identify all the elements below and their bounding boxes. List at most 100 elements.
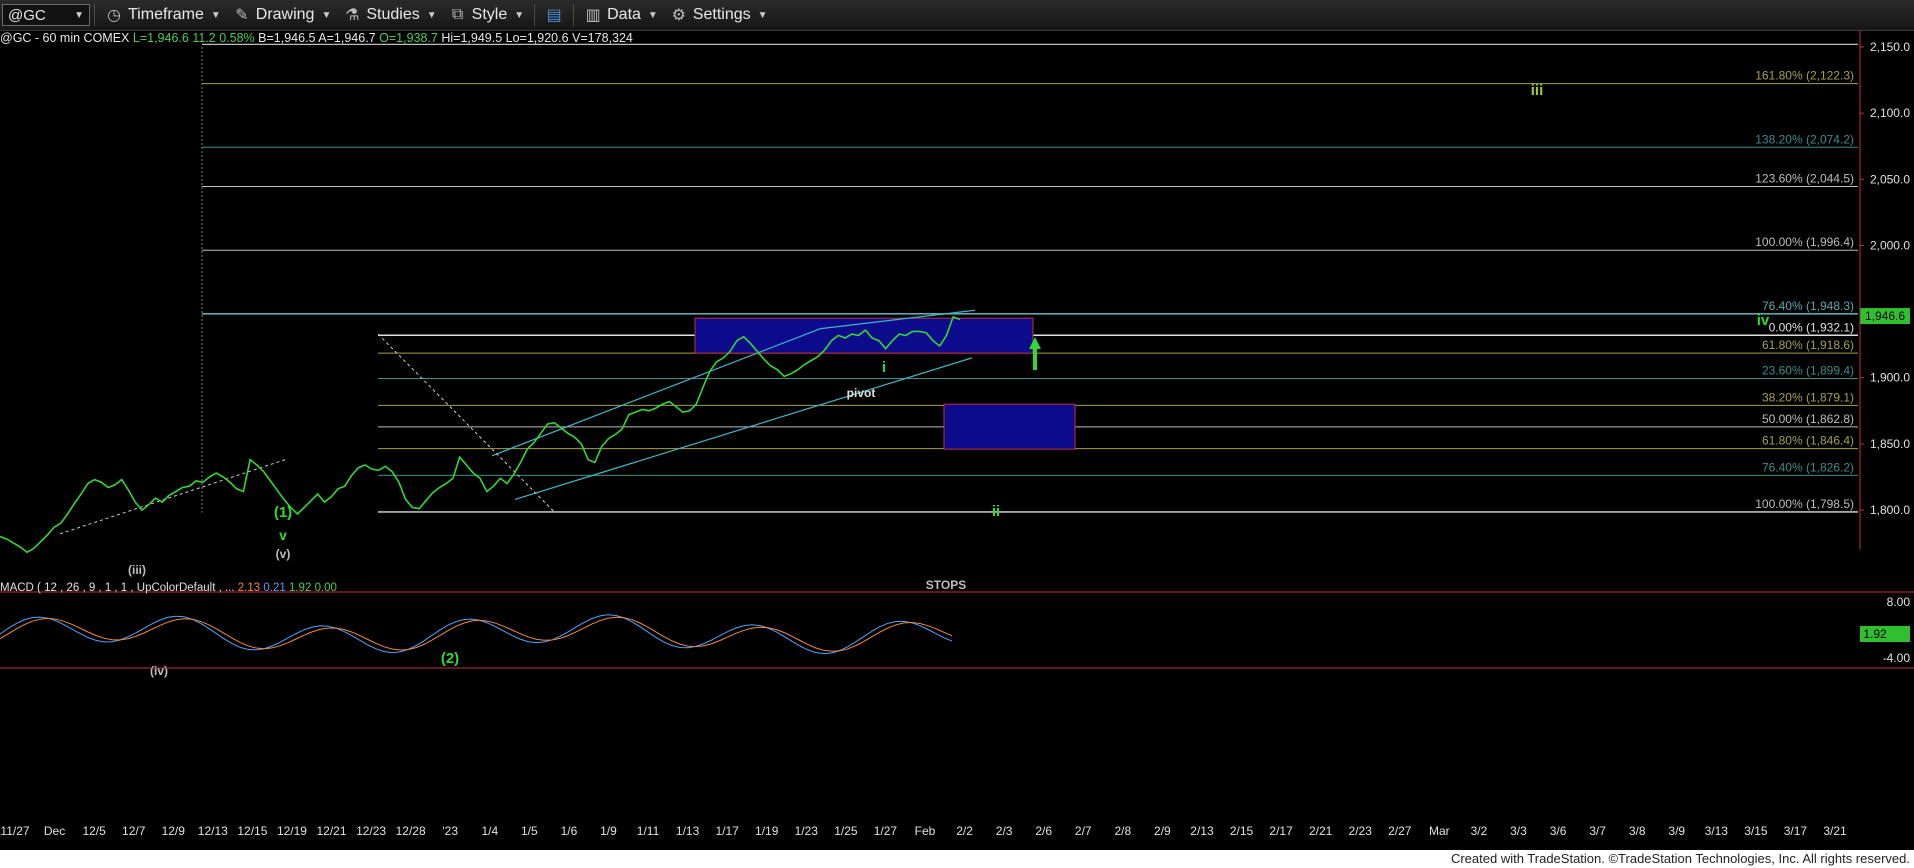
style-menu[interactable]: ⧉ Style ▼ (443, 2, 530, 28)
symbol-selector[interactable]: @GC ▼ (2, 4, 90, 26)
macd-histogram-bar (952, 634, 958, 638)
macd-histogram-bar (840, 634, 846, 644)
wave-label: (v) (276, 547, 291, 561)
macd-histogram-bar (376, 634, 382, 643)
date-tick-label: 3/13 (1705, 824, 1729, 838)
fib-level-label: 123.60% (2,044.5) (1755, 172, 1854, 186)
macd-tick-label: -4.00 (1883, 651, 1911, 665)
wave-label: iv (1757, 312, 1770, 329)
date-tick-label: 1/11 (637, 824, 660, 838)
date-tick-label: 3/21 (1823, 824, 1847, 838)
date-tick-label: 1/19 (755, 824, 779, 838)
fib-level-label: 50.00% (1,862.8) (1762, 412, 1854, 426)
style-icon: ⧉ (451, 6, 464, 23)
macd-histogram-bar (536, 634, 542, 639)
fib-level-label: 0.00% (1,932.1) (1769, 320, 1854, 334)
macd-histogram-bar (896, 626, 902, 634)
layout-button[interactable]: ▤ (539, 2, 569, 28)
macd-histogram-bar (320, 629, 326, 634)
date-tick-label: 1/25 (834, 824, 858, 838)
drawing-menu[interactable]: ✎ Drawing ▼ (227, 2, 338, 28)
macd-histogram-bar (848, 634, 854, 642)
date-tick-label: 2/15 (1230, 824, 1254, 838)
date-tick-label: 3/15 (1744, 824, 1768, 838)
macd-histogram-bar (104, 634, 110, 638)
date-tick-label: 12/13 (198, 824, 228, 838)
macd-histogram-bar (688, 634, 694, 642)
date-tick-label: 1/27 (874, 824, 898, 838)
macd-histogram-bar (496, 629, 502, 634)
wave-label: STOPS (926, 578, 966, 592)
macd-histogram-bar (616, 622, 622, 634)
macd-histogram-bar (760, 629, 766, 634)
date-tick-label: 12/5 (82, 824, 106, 838)
bar-chart-icon: ▥ (585, 7, 601, 24)
chevron-down-icon: ▼ (321, 9, 332, 21)
macd-histogram-bar (248, 634, 254, 643)
macd-histogram-bar (200, 627, 206, 634)
price-tick-label: 2,000.0 (1870, 238, 1910, 252)
clock-icon: ◷ (107, 7, 121, 24)
date-tick-label: 1/6 (561, 824, 578, 838)
macd-histogram-bar (464, 625, 470, 634)
macd-histogram-bar (56, 626, 62, 634)
date-tick-label: 2/9 (1154, 824, 1171, 838)
date-tick-label: 12/19 (277, 824, 307, 838)
macd-histogram-bar (264, 634, 270, 643)
wave-label: (iii) (128, 563, 146, 577)
macd-histogram-bar (184, 623, 190, 634)
date-tick-label: Feb (915, 824, 936, 838)
macd-histogram-bar (624, 624, 630, 634)
toolbar-divider (573, 4, 575, 26)
settings-menu[interactable]: ⚙ Settings ▼ (664, 2, 774, 28)
date-tick-label: 2/2 (956, 824, 973, 838)
fib-level-label: 23.60% (1,899.4) (1762, 364, 1854, 378)
studies-menu[interactable]: ⚗ Studies ▼ (337, 2, 442, 28)
fib-level-label: 38.20% (1,879.1) (1762, 390, 1854, 404)
chevron-down-icon: ▼ (426, 9, 437, 21)
macd-histogram-bar (168, 624, 174, 634)
macd-histogram-bar (752, 629, 758, 634)
macd-label-row: MACD ( 12 , 26 , 9 , 1 , 1 , UpColorDefa… (0, 582, 337, 594)
fib-level-label: 100.00% (1,996.4) (1755, 235, 1854, 249)
date-tick-label: 12/15 (237, 824, 267, 838)
price-tick-label: 1,900.0 (1870, 371, 1910, 385)
macd-histogram-bar (920, 629, 926, 634)
fib-level-label: 161.80% (2,122.3) (1755, 69, 1854, 83)
date-tick-label: 2/6 (1035, 824, 1052, 838)
macd-histogram-bar (24, 625, 30, 634)
date-axis: 11/27 Dec 12/5 12/7 12/9 12/13 12/15 12/19 12/21… (0, 824, 1847, 838)
fib-level-label: 61.80% (1,918.6) (1762, 338, 1854, 352)
chevron-down-icon: ▼ (74, 9, 84, 21)
date-tick-label: 1/4 (481, 824, 498, 838)
macd-histogram-bar (728, 632, 734, 634)
wave-label: iii (1531, 82, 1544, 99)
data-label: Data (607, 6, 641, 23)
macd-histogram-bar (64, 628, 70, 634)
fib-level-label: 61.80% (1,846.4) (1762, 434, 1854, 448)
price-tick-label: 2,150.0 (1870, 40, 1910, 54)
date-tick-label: 1/17 (715, 824, 739, 838)
data-menu[interactable]: ▥ Data ▼ (578, 2, 664, 28)
macd-histogram-bar (672, 634, 678, 641)
date-tick-label: 3/8 (1629, 824, 1646, 838)
wave-label: (1) (274, 504, 292, 521)
toolbar-divider (94, 4, 95, 26)
macd-histogram-bar (416, 634, 422, 641)
wave-label: ii (992, 503, 1000, 520)
diagonal-dashed-line (377, 333, 556, 513)
macd-histogram-bar (256, 634, 262, 644)
date-tick-label: 2/3 (996, 824, 1013, 838)
macd-histogram-bar (392, 634, 398, 646)
gear-icon: ⚙ (671, 7, 686, 24)
macd-histogram-bar (680, 634, 686, 642)
date-tick-label: 12/28 (396, 824, 426, 838)
timeframe-menu[interactable]: ◷ Timeframe ▼ (99, 2, 227, 28)
macd-histogram-bar (544, 634, 550, 639)
price-tick-label: 1,850.0 (1870, 437, 1910, 451)
macd-value-3: 1.92 (288, 582, 312, 594)
price-chart[interactable]: 161.80% (2,122.3) 138.20% (2,074.2) 123.60… (0, 30, 1914, 850)
price-tick-label: 2,100.0 (1870, 106, 1910, 120)
macd-histogram-bar (32, 624, 38, 634)
toolbar-divider (534, 4, 536, 26)
